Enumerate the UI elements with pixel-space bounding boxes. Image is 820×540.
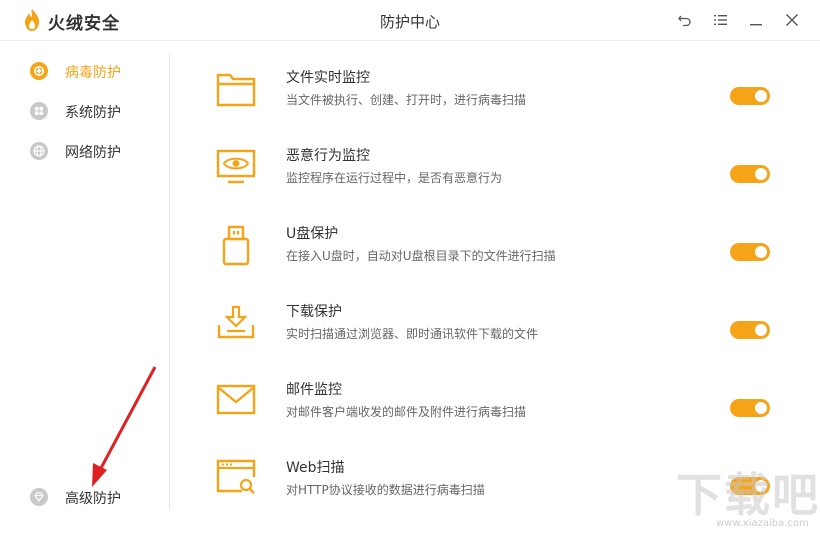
watermark: 下载吧 www.xiazaiba.com (676, 472, 818, 538)
sidebar-item-label: 网络防护 (65, 145, 121, 161)
usb-drive-icon (222, 225, 250, 266)
sidebar-item-label: 系统防护 (65, 105, 121, 121)
network-icon (30, 142, 48, 160)
web-scan-icon (216, 459, 256, 494)
virus-shield-icon (30, 62, 48, 80)
back-icon (678, 15, 691, 27)
feature-row-mail-monitor: 邮件监控 对邮件客户端收发的邮件及附件进行病毒扫描 (210, 381, 790, 441)
minimize-icon (750, 24, 762, 26)
toggle-knob (755, 402, 767, 414)
feature-description: 对HTTP协议接收的数据进行病毒扫描 (286, 483, 485, 497)
feature-row-usb-protection: U盘保护 在接入U盘时，自动对U盘根目录下的文件进行扫描 (210, 225, 790, 285)
feature-description: 对邮件客户端收发的邮件及附件进行病毒扫描 (286, 405, 527, 419)
feature-toggle[interactable] (730, 87, 770, 105)
sidebar-item-network-protection[interactable]: 网络防护 (30, 140, 160, 162)
sidebar-item-label: 高级防护 (65, 491, 121, 507)
sidebar-divider (169, 52, 170, 510)
feature-description: 监控程序在运行过程中，是否有恶意行为 (286, 171, 503, 185)
sidebar-item-label: 病毒防护 (65, 65, 121, 81)
feature-title: U盘保护 (286, 226, 339, 242)
feature-toggle[interactable] (730, 321, 770, 339)
feature-description: 在接入U盘时，自动对U盘根目录下的文件进行扫描 (286, 249, 556, 263)
feature-row-file-monitor: 文件实时监控 当文件被执行、创建、打开时，进行病毒扫描 (210, 69, 790, 129)
feature-toggle[interactable] (730, 399, 770, 417)
mail-icon (216, 384, 256, 415)
menu-button[interactable] (710, 10, 730, 30)
watermark-url: www.xiazaiba.com (716, 518, 809, 529)
download-icon (217, 305, 255, 339)
feature-row-behavior-monitor: 恶意行为监控 监控程序在运行过程中，是否有恶意行为 (210, 147, 790, 207)
feature-toggle[interactable] (730, 165, 770, 183)
feature-title: 文件实时监控 (286, 70, 370, 86)
feature-row-download-protection: 下载保护 实时扫描通过浏览器、即时通讯软件下载的文件 (210, 303, 790, 363)
minimize-button[interactable] (746, 10, 766, 30)
toggle-knob (755, 90, 767, 102)
title-bar: 火绒安全 防护中心 (0, 0, 820, 41)
folder-icon (216, 73, 256, 107)
toggle-knob (755, 324, 767, 336)
back-button[interactable] (675, 10, 695, 30)
sidebar: 病毒防护 系统防护 网络防护 高级防护 (0, 41, 170, 540)
close-button[interactable] (782, 10, 802, 30)
watermark-text: 下载吧 (676, 468, 820, 522)
feature-title: 恶意行为监控 (286, 148, 370, 164)
window-title: 防护中心 (379, 13, 440, 31)
feature-toggle[interactable] (730, 243, 770, 261)
diamond-icon (30, 488, 48, 506)
feature-description: 当文件被执行、创建、打开时，进行病毒扫描 (286, 93, 527, 107)
feature-title: 邮件监控 (286, 382, 342, 398)
sidebar-item-advanced-protection[interactable]: 高级防护 (30, 486, 160, 508)
menu-icon (714, 15, 727, 25)
sidebar-item-virus-protection[interactable]: 病毒防护 (30, 60, 160, 82)
toggle-knob (755, 168, 767, 180)
close-icon (786, 14, 798, 26)
feature-description: 实时扫描通过浏览器、即时通讯软件下载的文件 (286, 327, 539, 341)
feature-title: Web扫描 (286, 460, 345, 476)
toggle-knob (755, 246, 767, 258)
feature-title: 下载保护 (286, 304, 342, 320)
windows-icon (30, 102, 48, 120)
monitor-eye-icon (216, 149, 256, 184)
sidebar-item-system-protection[interactable]: 系统防护 (30, 100, 160, 122)
